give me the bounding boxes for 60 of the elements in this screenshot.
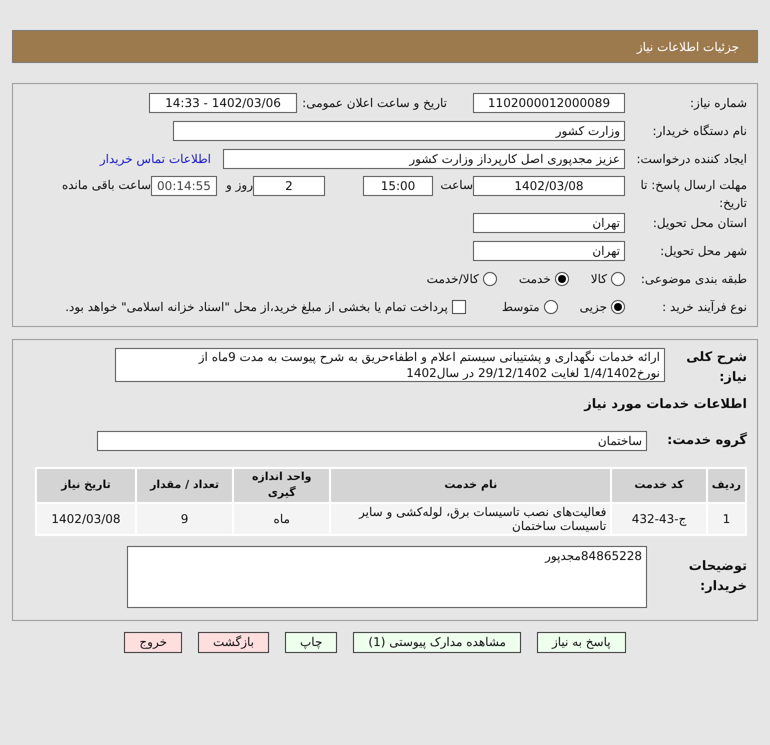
radio-label: کالا: [590, 271, 607, 288]
field-value: تهران: [473, 213, 625, 233]
field-value: وزارت کشور: [173, 121, 625, 141]
radio-label: متوسط: [502, 299, 540, 316]
radio-button[interactable]: [554, 272, 569, 286]
action-button[interactable]: بازگشت: [198, 632, 269, 652]
field-value: 1102000012000089: [473, 93, 625, 113]
table-cell: فعالیت‌های نصب تاسیسات برق، لوله‌کشی و سایر تاسیسات ساختمان: [330, 502, 612, 534]
column-header: کد خدمت: [611, 468, 707, 502]
field-label: ایجاد کننده درخواست:: [635, 151, 747, 168]
field-label: نوع فرآیند خرید :: [661, 299, 747, 316]
column-header: تاریخ نیاز: [36, 468, 136, 502]
field-label: نام دستگاه خریدار:: [652, 123, 747, 140]
description-field: ارائه خدمات نگهداری و پشتیبانی سیستم اعلام و اطفاءحریق به شرح پیوست به مدت 9ماه از نورخ1/4/1402 لغایت 29/12/1402 در سال1402: [115, 348, 665, 382]
column-header: نام خدمت: [330, 468, 612, 502]
action-button[interactable]: پاسخ به نیاز: [536, 632, 626, 652]
table-cell: 9: [136, 502, 234, 534]
section-title: اطلاعات خدمات مورد نیاز: [582, 396, 747, 414]
notes-field: 84865228مجدپور: [127, 546, 647, 608]
radio-label: جزیی: [580, 299, 607, 316]
field-value: تهران: [473, 241, 625, 261]
field-label: مهلت ارسال پاسخ: تا تاریخ:: [639, 177, 747, 212]
table-cell: ج-43-432: [611, 502, 707, 534]
field-label: توضیحات خریدار:: [688, 558, 747, 596]
days-label: روز و: [224, 177, 253, 194]
table-cell: 1402/03/08: [36, 502, 136, 534]
radio-button[interactable]: [482, 272, 497, 286]
field-label: طبقه بندی موضوعی:: [640, 271, 747, 288]
header-title: جزئیات اطلاعات نیاز: [636, 38, 739, 56]
radio-label: کالا/خدمت: [426, 271, 479, 288]
table-cell: ماه: [233, 502, 330, 534]
field-label: تاریخ و ساعت اعلان عمومی:: [301, 95, 447, 112]
column-header: ردیف: [706, 468, 746, 502]
field-value: عزیز مجدپوری اصل کارپرداز وزارت کشور: [223, 149, 625, 169]
radio-button[interactable]: [611, 300, 625, 314]
field-label: شرح کلی نیاز:: [685, 349, 747, 386]
radio-button[interactable]: [611, 272, 625, 286]
table-cell: 1: [706, 502, 746, 534]
field-label: استان محل تحویل:: [652, 215, 747, 232]
field-label: شماره نیاز:: [689, 95, 747, 112]
action-button[interactable]: خروج: [124, 632, 182, 652]
remaining-label: ساعت باقی مانده: [60, 177, 151, 194]
field-value: 1402/03/06 - 14:33: [149, 93, 297, 113]
remaining-time: 00:14:55: [151, 176, 217, 196]
action-button[interactable]: مشاهده مدارک پیوستی (1): [353, 632, 521, 652]
action-button[interactable]: چاپ: [285, 632, 338, 652]
time-label: ساعت: [439, 177, 473, 194]
contact-link[interactable]: اطلاعات تماس خریدار: [100, 150, 211, 168]
field-value: 2: [253, 176, 325, 196]
field-label: گروه خدمت:: [666, 431, 747, 450]
checkbox[interactable]: [452, 300, 466, 314]
radio-button[interactable]: [544, 300, 558, 314]
field-value: ساختمان: [97, 430, 647, 450]
column-header: واحد اندازه گیری: [233, 468, 330, 502]
field-label: شهر محل تحویل:: [659, 243, 747, 260]
column-header: تعداد / مقدار: [136, 468, 234, 502]
checkbox-label: پرداخت تمام یا بخشی از مبلغ خرید،از محل "اسناد خزانه اسلامی" خواهد بود.: [65, 299, 448, 316]
field-value: 1402/03/08: [473, 176, 625, 196]
radio-label: خدمت: [518, 271, 551, 288]
field-value: 15:00: [363, 176, 433, 196]
